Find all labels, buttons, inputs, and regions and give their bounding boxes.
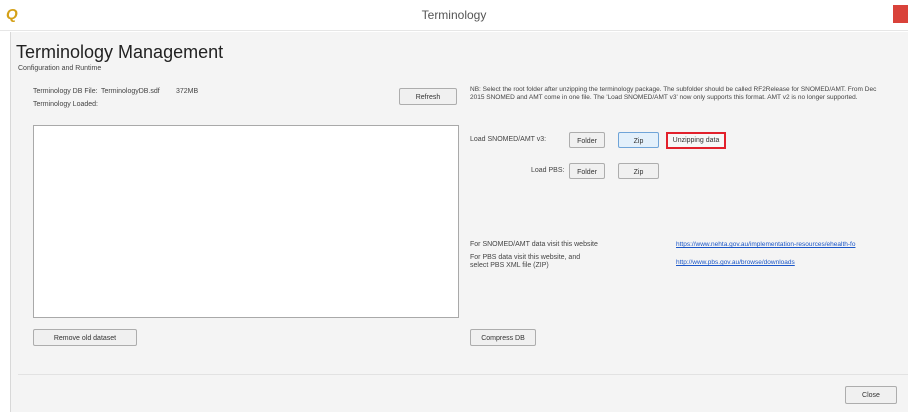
snomed-folder-button[interactable]: Folder [569,132,605,148]
close-button[interactable]: Close [845,386,897,404]
load-snomed-label: Load SNOMED/AMT v3: [470,136,547,143]
pbs-website-link[interactable]: http://www.pbs.gov.au/browse/downloads [676,259,795,266]
close-window-button[interactable] [893,5,908,23]
unzipping-status-label: Unzipping data [666,132,726,149]
db-file-label: Terminology DB File: [33,88,98,95]
terminology-list[interactable] [33,125,459,318]
refresh-button[interactable]: Refresh [399,88,457,105]
page-title: Terminology Management [16,42,224,62]
compress-db-button[interactable]: Compress DB [470,329,536,346]
pbs-zip-button[interactable]: Zip [618,163,659,179]
snomed-zip-button[interactable]: Zip [618,132,659,148]
snomed-website-link[interactable]: https://www.nehta.gov.au/implementation-… [676,241,908,248]
title-bar: Q Terminology [0,0,908,31]
pbs-website-label: For PBS data visit this website, and sel… [470,254,581,269]
terminology-loaded-label: Terminology Loaded: [33,101,98,108]
remove-old-dataset-button[interactable]: Remove old dataset [33,329,137,346]
section-label: Configuration and Runtime [18,65,102,72]
db-file-size: 372MB [176,88,199,95]
window-title: Terminology [421,8,487,22]
instruction-note: NB: Select the root folder after unzippi… [470,86,877,101]
footer-divider [18,374,908,375]
load-pbs-label: Load PBS: [531,167,565,174]
db-file-name: TerminologyDB.sdf [101,88,160,95]
pbs-folder-button[interactable]: Folder [569,163,605,179]
snomed-website-label: For SNOMED/AMT data visit this website [470,241,598,248]
